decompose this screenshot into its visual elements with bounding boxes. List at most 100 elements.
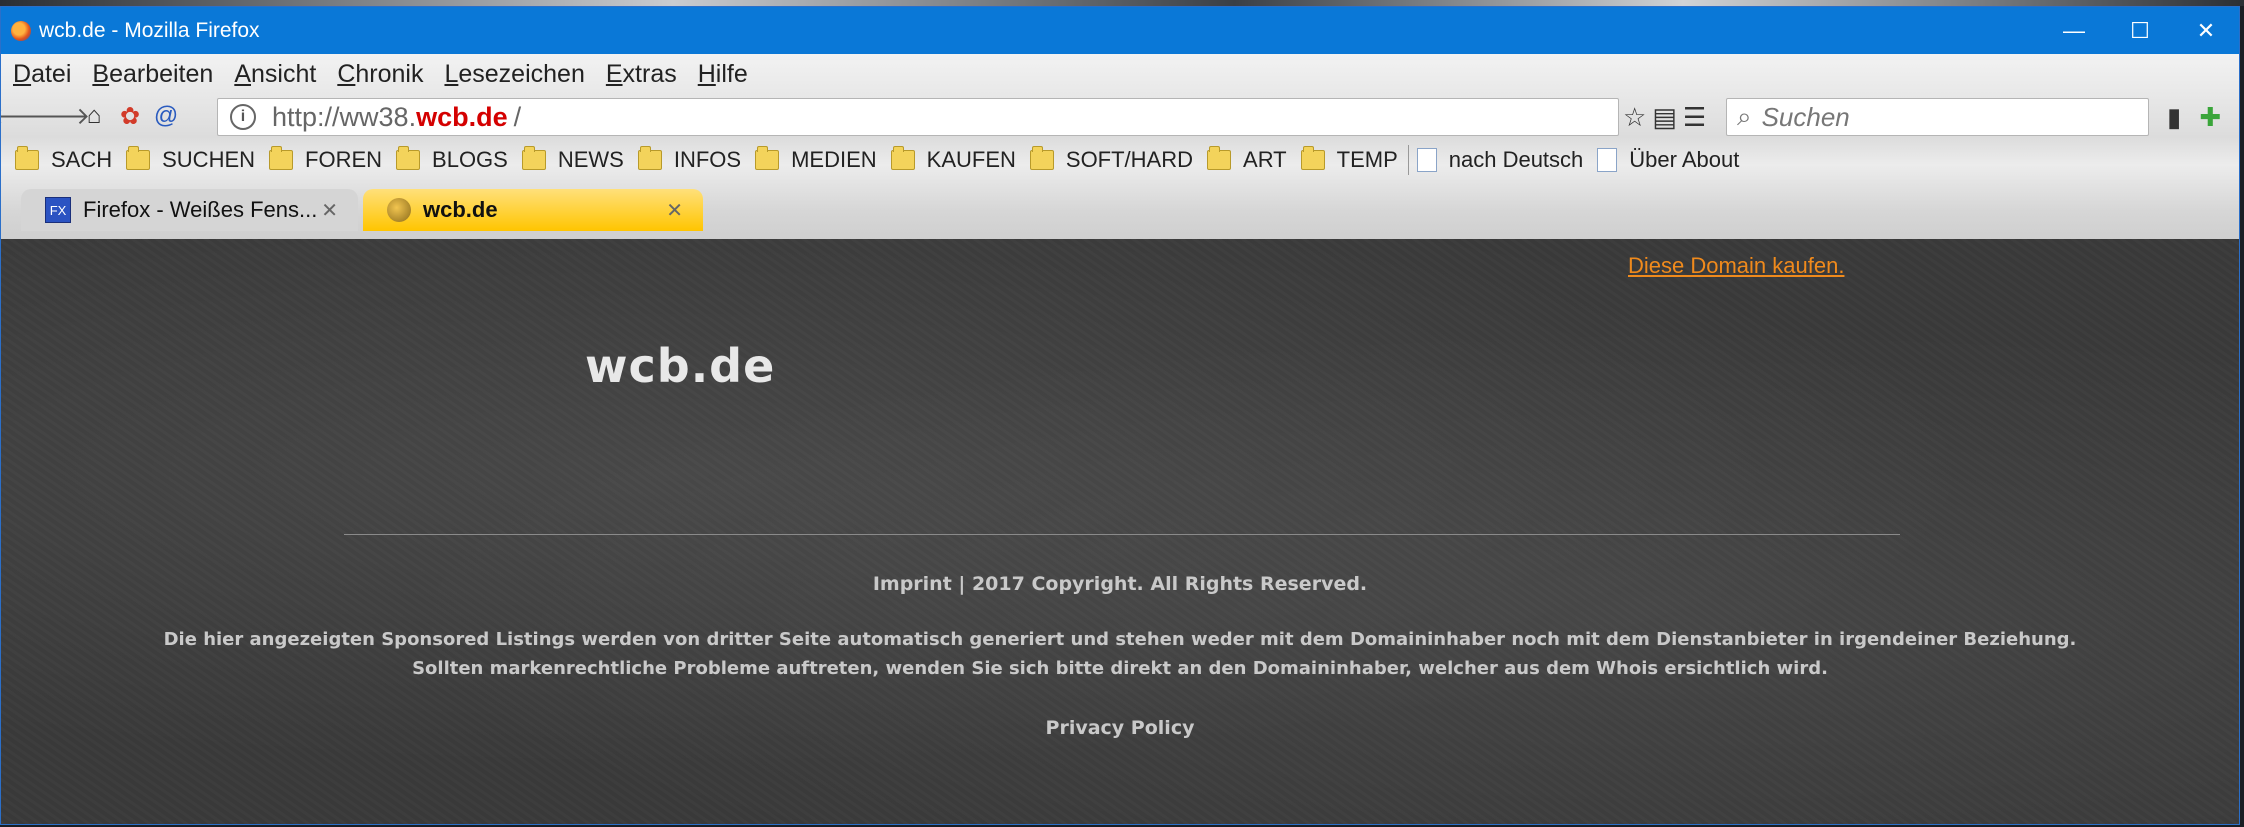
tab-close-icon[interactable]: ✕ [321, 198, 338, 223]
menu-label-rest: hronik [355, 59, 424, 88]
divider [344, 534, 1900, 535]
menu-accesskey: D [13, 59, 32, 88]
addon-spiral-icon[interactable]: @ [151, 101, 181, 131]
tab-close-icon[interactable]: ✕ [666, 198, 683, 223]
bookmark-folder[interactable]: MEDIEN [755, 145, 877, 173]
privacy-policy-link[interactable]: Privacy Policy [1, 717, 2239, 739]
bookmark-label: nach Deutsch [1448, 146, 1584, 172]
bookmark-star-icon[interactable]: ☆ [1623, 102, 1646, 133]
bookmark-folder[interactable]: SACH [15, 145, 113, 173]
folder-icon [15, 145, 39, 170]
bookmark-folder[interactable]: KAUFEN [890, 145, 1016, 173]
folder-icon [126, 145, 151, 170]
bookmark-label: SUCHEN [162, 146, 256, 172]
bookmark-label: MEDIEN [791, 146, 877, 172]
bookmark-label: NEWS [557, 146, 624, 172]
close-button[interactable]: ✕ [2173, 7, 2239, 54]
bookmarks-menu-icon[interactable]: ▮ [2167, 102, 2181, 133]
bookmark-label: TEMP [1336, 146, 1398, 172]
bookmark-folder[interactable]: BLOGS [396, 145, 508, 173]
menu-item[interactable]: Datei [13, 60, 71, 89]
reader-view-icon[interactable]: ▤ [1652, 102, 1677, 133]
tab-wcb-de[interactable]: wcb.de ✕ [363, 189, 703, 231]
bookmark-label: FOREN [305, 146, 383, 172]
search-bar[interactable]: ⌕ Suchen [1726, 98, 2149, 136]
menu-label-rest: esezeichen [458, 59, 585, 88]
bookmark-label: INFOS [673, 146, 742, 172]
minimize-button[interactable]: — [2041, 7, 2107, 54]
menu-label-rest: earbeiten [109, 59, 214, 88]
url-suffix: / [513, 101, 522, 132]
bookmark-page[interactable]: Über About [1597, 147, 1739, 173]
bookmark-folder[interactable]: TEMP [1300, 145, 1398, 173]
window-title: wcb.de - Mozilla Firefox [39, 18, 260, 42]
bookmark-folder[interactable]: INFOS [637, 145, 742, 173]
menu-item[interactable]: Lesezeichen [444, 60, 584, 89]
folder-icon [755, 145, 780, 170]
bookmark-label: KAUFEN [926, 146, 1016, 172]
bookmark-folder[interactable]: FOREN [269, 145, 383, 173]
bookmark-label: Über About [1629, 146, 1740, 172]
folder-icon [890, 145, 915, 170]
search-placeholder: Suchen [1761, 101, 1850, 132]
tab-strip: FX Firefox - Weißes Fens... ✕ wcb.de ✕ [1, 181, 2239, 231]
footer-disclaimer-2: Sollten markenrechtliche Probleme auftre… [412, 658, 1828, 679]
folder-icon [396, 145, 421, 170]
menu-accesskey: L [444, 59, 459, 88]
bookmark-folder[interactable]: ART [1207, 145, 1287, 173]
info-icon[interactable]: i [230, 104, 256, 130]
bookmark-page[interactable]: nach Deutsch [1416, 146, 1584, 173]
menu-accesskey: C [337, 59, 356, 88]
menu-item[interactable]: Extras [606, 60, 677, 89]
menu-item[interactable]: Ansicht [234, 60, 316, 89]
footer-disclaimer-1: Die hier angezeigten Sponsored Listings … [163, 629, 2077, 650]
footer-copyright[interactable]: Imprint | 2017 Copyright. All Rights Res… [1, 573, 2239, 595]
title-bar[interactable]: wcb.de - Mozilla Firefox — ☐ ✕ [1, 7, 2239, 54]
menu-label-rest: xtras [622, 59, 677, 88]
menu-label-rest: nsicht [251, 59, 317, 88]
home-icon[interactable]: ⌂ [79, 101, 109, 131]
menu-accesskey: E [605, 59, 623, 88]
folder-icon [1207, 145, 1232, 170]
folder-icon [521, 145, 546, 170]
url-bar[interactable]: i http://ww38. wcb.de / [217, 98, 1619, 136]
url-domain: wcb.de [416, 101, 508, 132]
bookmark-separator [1407, 144, 1409, 175]
menu-label-rest: atei [31, 59, 72, 88]
menu-accesskey: H [697, 59, 716, 88]
maximize-button[interactable]: ☐ [2107, 7, 2173, 54]
bookmark-label: BLOGS [432, 146, 508, 172]
browser-window: wcb.de - Mozilla Firefox — ☐ ✕ Datei Bear… [0, 6, 2240, 825]
search-icon: ⌕ [1737, 101, 1752, 131]
site-title: wcb.de [585, 339, 776, 393]
menu-bar: Datei Bearbeiten Ansicht Chronik Lesezeichen… [1, 54, 2239, 94]
bookmark-folder[interactable]: NEWS [521, 145, 624, 173]
forward-icon[interactable]: 🡒 [26, 101, 90, 131]
folder-icon [269, 145, 294, 170]
bookmark-label: SOFT/HARD [1065, 146, 1194, 172]
bookmark-folder[interactable]: SUCHEN [126, 145, 256, 173]
page-content: Diese Domain kaufen. wcb.de Imprint | 20… [1, 239, 2239, 824]
folder-icon [637, 145, 662, 170]
bookmarks-toolbar: SACH SUCHEN FOREN BLOGS NEWS INFOS MEDIEN KAUFE… [1, 138, 2239, 181]
hamburger-menu-icon[interactable]: ☰ [1683, 102, 1706, 133]
bookmark-label: ART [1243, 146, 1287, 172]
menu-label-rest: ilfe [715, 59, 748, 88]
navigation-bar: 🡐 🡒 ⌂ ✿ @ i http://ww38.wcb.de/ ☆ ▤ ☰ ⌕ … [1, 94, 2239, 138]
menu-accesskey: B [92, 59, 110, 88]
tab-label: wcb.de [423, 197, 498, 222]
addon-green-icon[interactable]: ✚ [2199, 102, 2221, 133]
buy-domain-link[interactable]: Diese Domain kaufen. [1628, 253, 1844, 279]
page-icon [1416, 147, 1437, 172]
menu-item[interactable]: Chronik [337, 60, 423, 89]
tab-firefox-weisses-fenster[interactable]: FX Firefox - Weißes Fens... ✕ [21, 189, 358, 231]
folder-icon [1300, 145, 1325, 170]
url-prefix: http://ww38. [272, 101, 417, 132]
menu-item[interactable]: Hilfe [698, 60, 748, 89]
bookmark-folder[interactable]: SOFT/HARD [1029, 145, 1194, 173]
bookmark-label: SACH [51, 146, 113, 172]
tab-favicon-fx-icon: FX [45, 197, 71, 223]
addon-pepper-icon[interactable]: ✿ [115, 101, 145, 131]
firefox-logo-icon [11, 20, 31, 41]
menu-item[interactable]: Bearbeiten [92, 60, 213, 89]
